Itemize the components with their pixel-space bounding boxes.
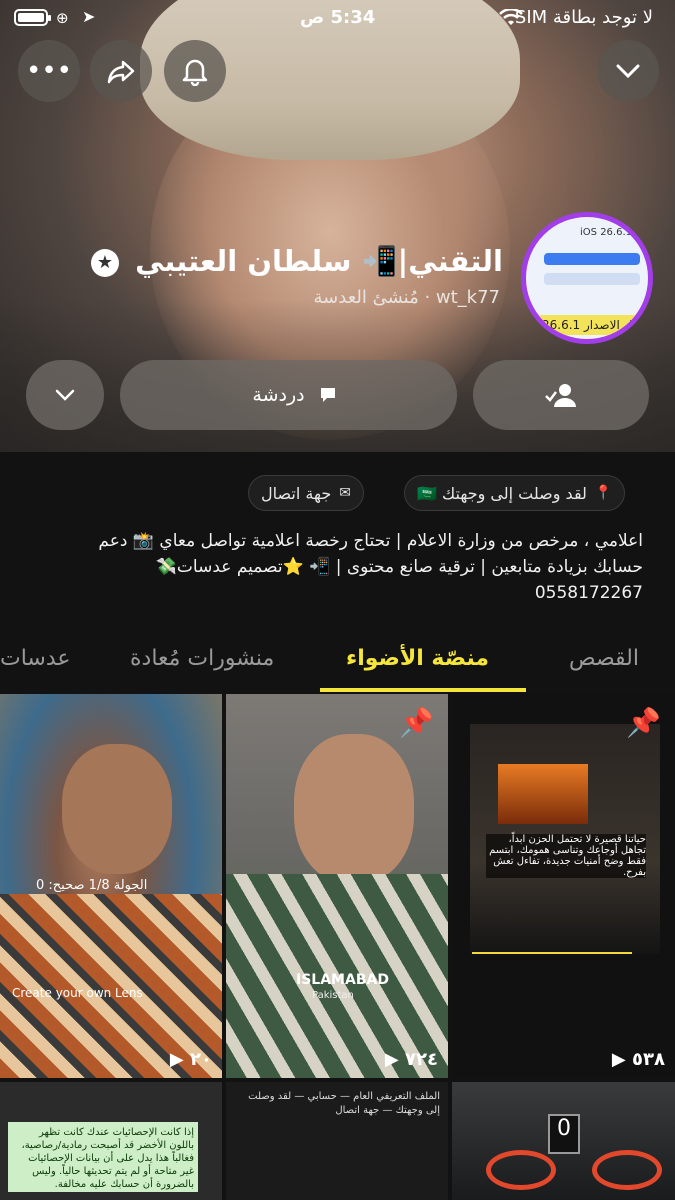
notification-button[interactable] <box>164 40 226 102</box>
chat-label: دردشة <box>252 384 305 406</box>
tab-reposts[interactable]: منشورات مُعادة <box>130 646 274 671</box>
play-icon: ▶ <box>384 1049 399 1070</box>
hoop <box>486 1150 556 1190</box>
view-count: ٥٣٨ ▶ <box>611 1049 665 1070</box>
chat-button[interactable]: دردشة <box>120 360 457 430</box>
avatar[interactable]: iOS 26.6.1 بل الاصدار 26.6.1 iOS <box>521 212 653 344</box>
play-icon: ▶ <box>611 1049 626 1070</box>
location-icon: 📍 <box>594 485 613 501</box>
spotlight-tile-6[interactable]: 0 <box>452 1082 675 1200</box>
tab-stories[interactable]: القصص <box>569 646 639 671</box>
chevron-down-icon <box>616 64 640 79</box>
lens-credit: Create your own Lens <box>12 986 143 1000</box>
spotlight-tile-1[interactable]: الجولة 1/8 صحيح: 0 Create your own Lens … <box>0 694 222 1078</box>
spotlight-tile-4[interactable]: إذا كانت الإحصائيات عندك كانت تظهر باللو… <box>0 1082 222 1200</box>
location-chip[interactable]: 📍 لقد وصلت إلى وجهتك 🇸🇦 <box>404 475 626 511</box>
pin-icon: 📌 <box>399 706 434 739</box>
tab-lenses[interactable]: عدسات <box>0 646 71 671</box>
carrier-label: لا توجد بطاقة SIM <box>514 7 653 28</box>
more-button[interactable]: ••• <box>18 40 80 102</box>
mail-icon: ✉ <box>339 485 351 501</box>
bell-icon <box>182 59 208 86</box>
contact-chip[interactable]: ✉ جهة اتصال <box>248 475 364 511</box>
friend-status-button[interactable] <box>473 360 649 430</box>
wifi-icon <box>499 9 523 25</box>
chat-icon <box>320 388 335 402</box>
play-icon: ▶ <box>169 1049 184 1070</box>
tab-spotlight[interactable]: منصّة الأضواء <box>346 646 489 671</box>
profile-tabs: القصص منصّة الأضواء منشورات مُعادة عدسات <box>0 640 675 692</box>
status-bar: لا توجد بطاقة SIM 5:34 ص ➤ ⊕ <box>0 0 675 36</box>
battery-icon <box>14 9 51 26</box>
location-arrow-icon: ➤ <box>82 7 96 26</box>
collapse-button[interactable] <box>597 40 659 102</box>
bio: اعلامي ، مرخص من وزارة الاعلام | تحتاج ر… <box>23 528 643 606</box>
view-count: ٧٢٤ ▶ <box>384 1049 438 1070</box>
more-options-button[interactable] <box>26 360 104 430</box>
more-icon: ••• <box>25 56 72 86</box>
chevron-down-icon <box>55 389 75 401</box>
username-line: wt_k77 · مُنشئ العدسة <box>313 287 500 308</box>
add-friend-icon <box>545 384 576 407</box>
clock: 5:34 ص <box>300 7 376 28</box>
star-badge-icon: ★ <box>90 249 119 277</box>
display-name: التقني|📲 سلطان العتيبي ★ <box>90 244 503 279</box>
spotlight-tile-2[interactable]: ISLAMABAD Pakistan 📌 ٧٢٤ ▶ <box>226 694 448 1078</box>
view-count: ٢٠ ▶ <box>169 1049 212 1070</box>
share-button[interactable] <box>90 40 152 102</box>
spotlight-tile-5[interactable]: الملف التعريفي العام — حسابي — لقد وصلت … <box>226 1082 448 1200</box>
hoop <box>592 1150 662 1190</box>
tab-underline <box>320 688 526 692</box>
share-icon <box>107 60 135 84</box>
bio-phone[interactable]: 0558172267 <box>23 580 643 606</box>
spotlight-tile-3[interactable]: حياتنا قصيرة لا تحتمل الحزن ابداً، تجاهل… <box>452 694 675 1078</box>
pin-icon: 📌 <box>626 706 661 739</box>
orientation-lock-icon: ⊕ <box>56 9 69 27</box>
